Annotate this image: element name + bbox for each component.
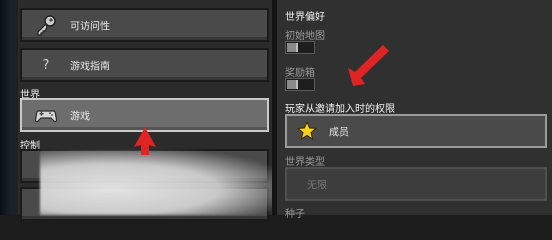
star-icon (297, 121, 317, 141)
sidebar-item-accessibility[interactable]: 可访问性 (20, 8, 269, 42)
red-arrow-annotation-icon (134, 127, 156, 155)
bonus-chest-label: 奖励箱 (285, 68, 315, 79)
sidebar-item-label: 可访问性 (70, 21, 110, 33)
bonus-chest-toggle[interactable] (285, 78, 315, 91)
starting-map-toggle[interactable] (285, 41, 315, 54)
pixelated-overlay (40, 150, 280, 215)
controller-icon (34, 103, 58, 127)
sidebar-item-label: 游戏指南 (70, 61, 110, 73)
invite-permission-value: 成员 (329, 127, 349, 139)
background-edge (0, 0, 18, 215)
sidebar-item-label: 游戏 (70, 111, 90, 123)
world-type-label: 世界类型 (285, 157, 325, 168)
world-preferences-heading: 世界偏好 (285, 12, 325, 23)
sidebar-item-game-guide[interactable]: ? 游戏指南 (20, 48, 269, 82)
invite-permission-dropdown[interactable]: 成员 (285, 114, 547, 148)
seed-label: 种子 (285, 209, 305, 220)
world-type-dropdown[interactable]: 无限 (285, 167, 547, 201)
question-icon: ? (42, 57, 50, 73)
world-type-value: 无限 (307, 180, 327, 192)
invite-permission-label: 玩家从邀请加入时的权限 (285, 104, 395, 115)
red-arrow-annotation-icon-2 (348, 45, 389, 86)
world-settings-panel: 世界偏好 初始地图 奖励箱 玩家从邀请加入时的权限 成员 世界类型 无限 种子 (277, 0, 552, 220)
starting-map-label: 初始地图 (285, 31, 325, 42)
key-icon (34, 13, 58, 37)
